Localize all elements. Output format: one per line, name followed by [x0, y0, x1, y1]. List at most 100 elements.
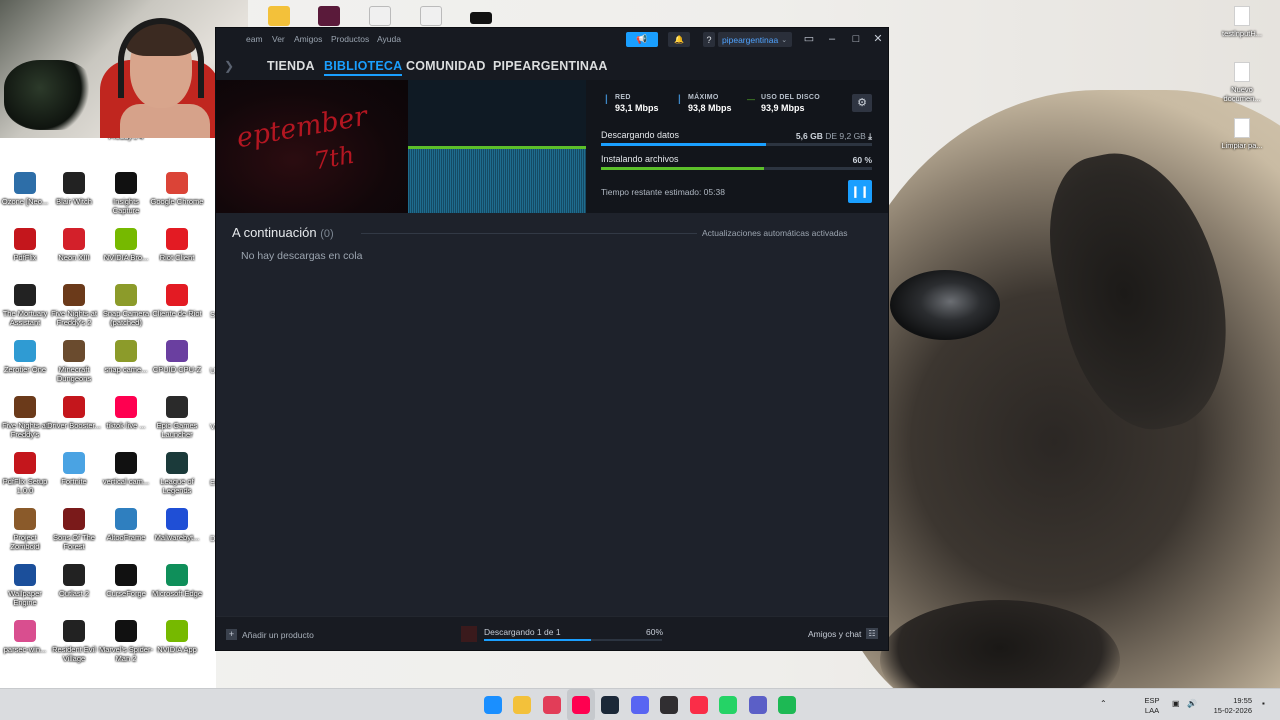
desktop-icon[interactable]: Ozone [Neo...: [0, 172, 52, 206]
desktop-icon[interactable]: tiktok live ...: [99, 396, 153, 430]
desktop-icon[interactable]: Resident Evil Village: [47, 620, 101, 663]
file-explorer-icon[interactable]: [513, 696, 531, 714]
desktop-icon[interactable]: NVIDIA App: [150, 620, 204, 654]
close-icon[interactable]: ✕: [870, 31, 886, 47]
auto-updates-link[interactable]: Actualizaciones automáticas activadas: [702, 228, 848, 238]
desktop-icon[interactable]: Wallpaper Engine: [0, 564, 52, 607]
windows-start-icon[interactable]: [484, 696, 502, 714]
back-arrow-icon[interactable]: ❯: [224, 59, 234, 73]
thumbnail-icon[interactable]: [318, 6, 340, 26]
desktop-icon[interactable]: CPUID CPU-Z: [150, 340, 204, 374]
desktop-icon[interactable]: Driver Booster...: [47, 396, 101, 430]
help-button[interactable]: ?: [703, 32, 715, 47]
desktop-icon[interactable]: snap came...: [99, 340, 153, 374]
settings-button[interactable]: ⚙: [852, 94, 872, 112]
desktop-icon[interactable]: Neon XIII: [47, 228, 101, 262]
download-thumbnail[interactable]: [461, 626, 477, 642]
add-product-button[interactable]: + Añadir un producto: [226, 629, 314, 640]
desktop-icon[interactable]: AltooFrame: [99, 508, 153, 542]
pause-button[interactable]: ❙❙: [848, 180, 872, 203]
downloading-value: 5,6 GB: [795, 131, 823, 141]
desktop-icon[interactable]: Google Chrome: [150, 172, 204, 206]
pause-icon: ❙❙: [850, 186, 870, 198]
announcements-button[interactable]: 📢: [626, 32, 658, 47]
obs-icon[interactable]: [660, 696, 678, 714]
app-icon: [166, 620, 188, 642]
clock[interactable]: 19:55 15-02-2026: [1206, 696, 1252, 716]
desktop-icon[interactable]: Cliente de Riot: [150, 284, 204, 318]
discord-icon[interactable]: [631, 696, 649, 714]
teams-icon[interactable]: [749, 696, 767, 714]
tab-profile[interactable]: PIPEARGENTINAA: [493, 59, 608, 73]
desktop-icon[interactable]: vertical cam...: [99, 452, 153, 486]
desktop-icon-label: PdfFlix: [13, 253, 37, 262]
desktop-icon[interactable]: Insights Capture: [99, 172, 153, 215]
desktop-icon[interactable]: PdfFlix Setup 1.0.0: [0, 452, 52, 495]
downloading-label: Descargando datos: [601, 130, 680, 140]
tab-biblioteca[interactable]: BIBLIOTECA: [324, 59, 403, 76]
desktop-icon[interactable]: Five Nights at Freddy's 2: [47, 284, 101, 327]
folder-icon[interactable]: [268, 6, 290, 26]
minimize-icon[interactable]: –: [824, 31, 840, 47]
app-icon: [14, 564, 36, 586]
desktop-icon-label: NVIDIA Bro...: [103, 253, 149, 262]
desktop-icon[interactable]: PdfFlix: [0, 228, 52, 262]
user-menu-button[interactable]: pipeargentinaa ⌄: [718, 32, 792, 47]
desktop-icon[interactable]: Riot Client: [150, 228, 204, 262]
tab-tienda[interactable]: TIENDA: [267, 59, 315, 73]
notification-icon[interactable]: ▪: [1262, 699, 1265, 708]
opera-gx-icon[interactable]: [543, 696, 561, 714]
desktop-icon[interactable]: Snap Camera (patched): [99, 284, 153, 327]
tiktok-icon[interactable]: [572, 696, 590, 714]
desktop-icon[interactable]: Malwarebyt...: [150, 508, 204, 542]
desktop-icon[interactable]: Outlast 2: [47, 564, 101, 598]
graph-disk-line: [408, 146, 586, 149]
spotify-icon[interactable]: [778, 696, 796, 714]
chevron-up-icon[interactable]: ⌃: [1100, 699, 1107, 708]
desktop-file-testinput[interactable]: testlnputH...: [1214, 6, 1270, 38]
desktop-icon[interactable]: Project Zomboid: [0, 508, 52, 551]
desktop-icon[interactable]: Epic Games Launcher: [150, 396, 204, 439]
desktop-icon[interactable]: Fortnite: [47, 452, 101, 486]
maximize-icon[interactable]: □: [848, 31, 864, 47]
footer-download-status[interactable]: Descargando 1 de 1: [484, 627, 561, 637]
network-icon[interactable]: ▣: [1172, 699, 1180, 708]
steam-icon[interactable]: [601, 696, 619, 714]
desktop-icon[interactable]: League of Legends: [150, 452, 204, 495]
desktop-icon[interactable]: Five Nights at Freddy's: [0, 396, 52, 439]
friends-chat-button[interactable]: Amigos y chat: [808, 629, 861, 639]
menu-ayuda[interactable]: Ayuda: [377, 34, 401, 44]
desktop-icon[interactable]: NVIDIA Bro...: [99, 228, 153, 262]
music-icon[interactable]: [690, 696, 708, 714]
menu-amigos[interactable]: Amigos: [294, 34, 322, 44]
desktop-icon[interactable]: Minecraft Dungeons: [47, 340, 101, 383]
desktop-icon[interactable]: The Mortuary Assistant: [0, 284, 52, 327]
media-file-icon-2[interactable]: [420, 6, 442, 26]
desktop-icon[interactable]: parsec-win...: [0, 620, 52, 654]
desktop-icon[interactable]: Microsoft Edge: [150, 564, 204, 598]
chat-icon[interactable]: ☷: [866, 628, 878, 639]
big-picture-icon[interactable]: ▭: [801, 31, 817, 47]
media-file-icon[interactable]: [369, 6, 391, 26]
menu-steam[interactable]: eam: [246, 34, 263, 44]
desktop-file-limpiar[interactable]: Limpiar pa...: [1214, 118, 1270, 150]
game-banner[interactable]: eptember 7th: [216, 80, 408, 213]
whatsapp-icon[interactable]: [719, 696, 737, 714]
desktop-file-nuevo-documento[interactable]: Nuevo documen...: [1214, 62, 1270, 103]
desktop-icon-label: The Mortuary Assistant: [2, 309, 48, 327]
desktop-icon[interactable]: Zerotier One: [0, 340, 52, 374]
desktop-icon[interactable]: Blair Witch: [47, 172, 101, 206]
notifications-button[interactable]: 🔔: [668, 32, 690, 47]
language-indicator[interactable]: ESP LAA: [1140, 696, 1164, 716]
desktop-icon[interactable]: Sons Of The Forest: [47, 508, 101, 551]
app-icon: [166, 564, 188, 586]
menu-ver[interactable]: Ver: [272, 34, 285, 44]
downloading-total: DE 9,2 GB: [825, 131, 866, 141]
menu-productos[interactable]: Productos: [331, 34, 369, 44]
tab-comunidad[interactable]: COMUNIDAD: [406, 59, 486, 73]
app-icon: [166, 172, 188, 194]
desktop-icon[interactable]: CurseForge: [99, 564, 153, 598]
black-window-icon[interactable]: [470, 12, 492, 24]
volume-icon[interactable]: 🔊: [1187, 699, 1197, 708]
desktop-icon[interactable]: Marvel's Spider-Man 2: [99, 620, 153, 663]
